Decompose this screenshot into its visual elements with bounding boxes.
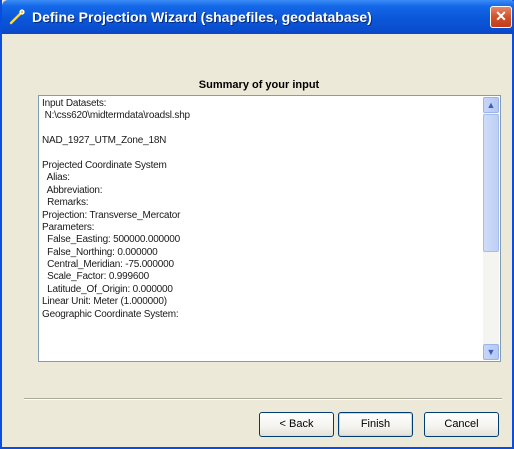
scroll-up-button[interactable]: ▲ bbox=[483, 97, 499, 113]
title-bar[interactable]: Define Projection Wizard (shapefiles, ge… bbox=[2, 0, 514, 34]
back-button[interactable]: < Back bbox=[259, 412, 334, 437]
summary-line: Geographic Coordinate System: bbox=[42, 308, 179, 320]
summary-line: Scale_Factor: 0.999600 bbox=[42, 271, 149, 283]
wizard-wand-icon bbox=[9, 9, 25, 25]
window-title: Define Projection Wizard (shapefiles, ge… bbox=[32, 9, 372, 25]
summary-line: Alias: bbox=[42, 172, 70, 184]
scroll-down-button[interactable]: ▼ bbox=[483, 344, 499, 360]
summary-line: Linear Unit: Meter (1.000000) bbox=[42, 296, 167, 308]
chevron-up-icon: ▲ bbox=[486, 100, 496, 110]
summary-line: False_Easting: 500000.000000 bbox=[42, 234, 180, 246]
summary-line bbox=[42, 123, 482, 135]
close-button[interactable]: ✕ bbox=[490, 6, 512, 28]
vertical-scrollbar[interactable]: ▲ ▼ bbox=[483, 97, 499, 360]
summary-line: Parameters: bbox=[42, 221, 95, 233]
summary-line: Latitude_Of_Origin: 0.000000 bbox=[42, 283, 173, 295]
summary-line: Abbreviation: bbox=[42, 184, 103, 196]
summary-heading: Summary of your input bbox=[198, 79, 320, 91]
close-icon: ✕ bbox=[495, 8, 507, 24]
chevron-down-icon: ▼ bbox=[486, 347, 496, 357]
scroll-thumb[interactable] bbox=[483, 114, 499, 252]
summary-line: Projection: Transverse_Mercator bbox=[42, 209, 181, 221]
summary-line: Projected Coordinate System bbox=[42, 159, 167, 171]
summary-line bbox=[42, 148, 482, 160]
summary-line: Central_Meridian: -75.000000 bbox=[42, 259, 174, 271]
summary-line: Remarks: bbox=[42, 197, 89, 209]
cancel-button[interactable]: Cancel bbox=[424, 412, 499, 437]
summary-line: False_Northing: 0.000000 bbox=[42, 246, 158, 258]
summary-line: Input Datasets: bbox=[42, 98, 107, 109]
summary-text: Input Datasets: N:\css620\midtermdata\ro… bbox=[42, 98, 482, 359]
finish-button[interactable]: Finish bbox=[338, 412, 413, 437]
summary-listbox[interactable]: Input Datasets: N:\css620\midtermdata\ro… bbox=[38, 95, 501, 362]
summary-line: NAD_1927_UTM_Zone_18N bbox=[42, 135, 167, 147]
footer-divider bbox=[24, 398, 502, 400]
summary-line: N:\css620\midtermdata\roadsl.shp bbox=[42, 110, 191, 122]
wizard-window: Define Projection Wizard (shapefiles, ge… bbox=[0, 0, 514, 449]
